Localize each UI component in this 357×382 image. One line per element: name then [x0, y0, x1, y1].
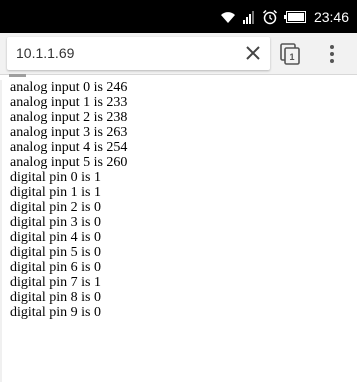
url-text[interactable]: 10.1.1.69: [16, 44, 74, 62]
digital-pin-line: digital pin 9 is 0: [10, 305, 101, 320]
browser-toolbar: 10.1.1.69 1: [0, 33, 357, 75]
clear-url-button[interactable]: [244, 44, 262, 62]
wifi-icon: [220, 10, 236, 24]
digital-pin-line: digital pin 4 is 0: [10, 230, 101, 245]
analog-input-line: analog input 2 is 238: [10, 110, 128, 125]
alarm-icon: [262, 9, 278, 25]
overflow-menu-button[interactable]: [328, 44, 336, 64]
address-bar[interactable]: 10.1.1.69: [7, 37, 270, 70]
digital-pin-line: digital pin 7 is 1: [10, 275, 101, 290]
digital-pin-line: digital pin 0 is 1: [10, 170, 101, 185]
analog-input-line: analog input 3 is 263: [10, 125, 128, 140]
tabs-icon: 1: [280, 43, 300, 65]
digital-pin-line: digital pin 1 is 1: [10, 185, 101, 200]
status-bar: 23:46: [0, 0, 357, 33]
more-vert-icon: [330, 45, 334, 63]
digital-pin-line: digital pin 5 is 0: [10, 245, 101, 260]
analog-input-line: analog input 0 is 246: [10, 80, 128, 95]
analog-input-line: analog input 5 is 260: [10, 155, 128, 170]
digital-pin-line: digital pin 8 is 0: [10, 290, 101, 305]
close-icon: [246, 46, 260, 60]
status-time: 23:46: [313, 9, 349, 25]
tab-count: 1: [289, 52, 294, 62]
signal-icon: [242, 10, 256, 24]
page-load-indicator: [9, 74, 26, 77]
digital-pin-line: digital pin 2 is 0: [10, 200, 101, 215]
status-icons: 23:46: [220, 8, 349, 26]
scroll-edge: [0, 80, 2, 382]
digital-pin-line: digital pin 3 is 0: [10, 215, 101, 230]
analog-input-line: analog input 4 is 254: [10, 140, 128, 155]
page-content: analog input 0 is 246 analog input 1 is …: [10, 80, 350, 320]
tab-switcher-button[interactable]: 1: [280, 43, 300, 65]
battery-icon: [283, 11, 306, 23]
analog-input-line: analog input 1 is 233: [10, 95, 128, 110]
digital-pin-line: digital pin 6 is 0: [10, 260, 101, 275]
